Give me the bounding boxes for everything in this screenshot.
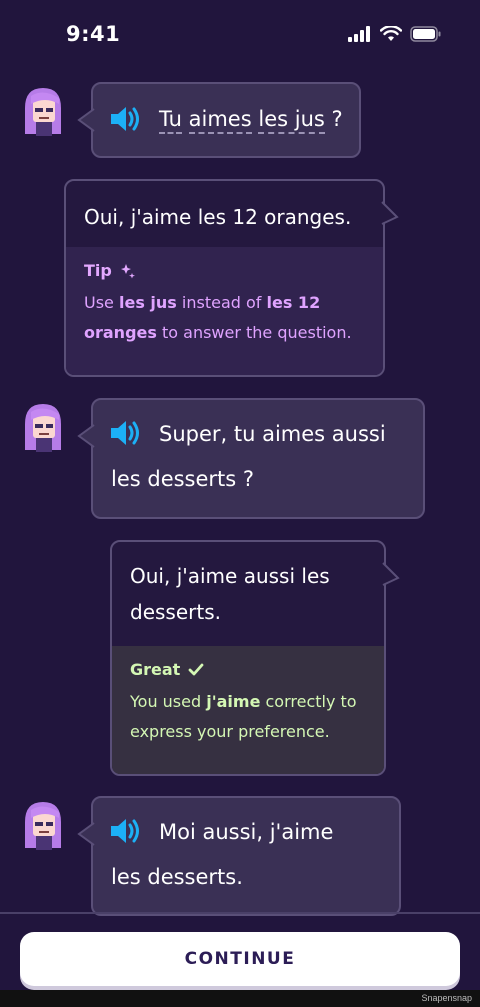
status-time: 9:41 bbox=[66, 22, 121, 46]
prompt-line-1: Super, tu aimes aussi bbox=[159, 422, 386, 446]
prompt-text: Tu aimes les jus ? bbox=[159, 101, 343, 137]
watermark: Snapensnap bbox=[421, 993, 472, 1003]
tip-feedback: Tip Use les jus instead of les 12 orange… bbox=[66, 247, 383, 375]
great-text: You used j'aime correctly to express you… bbox=[130, 692, 357, 741]
answer-text: Oui, j'aime les 12 oranges. bbox=[84, 205, 352, 229]
sparkle-icon bbox=[120, 263, 135, 278]
footer-strip bbox=[0, 990, 480, 1007]
great-feedback: Great You used j'aime correctly to expre… bbox=[112, 646, 384, 774]
answer-bubble: Oui, j'aime aussi les desserts. Great Yo… bbox=[110, 540, 400, 776]
bubble-tail bbox=[77, 424, 95, 448]
word-hint[interactable]: aimes bbox=[188, 107, 252, 134]
speaker-icon[interactable] bbox=[109, 104, 143, 134]
prompt-bubble: Moi aussi, j'aime les desserts. bbox=[77, 796, 401, 916]
word-hint[interactable]: les jus bbox=[258, 107, 325, 134]
avatar bbox=[25, 404, 61, 452]
bubble-tail bbox=[77, 108, 95, 132]
tip-text: Use les jus instead of les 12 oranges to… bbox=[84, 293, 352, 342]
battery-icon bbox=[410, 26, 441, 42]
tip-title: Tip bbox=[84, 261, 365, 280]
checkmark-icon bbox=[188, 663, 204, 675]
bubble-tail bbox=[381, 201, 399, 225]
bubble-tail bbox=[382, 562, 400, 586]
avatar bbox=[25, 802, 61, 850]
bottom-divider bbox=[0, 912, 480, 914]
wifi-icon bbox=[380, 26, 402, 41]
prompt-line-1: Moi aussi, j'aime bbox=[159, 820, 334, 844]
prompt-line-2: les desserts. bbox=[111, 865, 243, 889]
prompt-line-2: les desserts ? bbox=[111, 467, 255, 491]
bubble-tail bbox=[77, 822, 95, 846]
continue-button[interactable]: CONTINUE bbox=[20, 932, 460, 986]
avatar bbox=[25, 88, 61, 136]
great-title: Great bbox=[130, 660, 366, 679]
prompt-bubble: Tu aimes les jus ? bbox=[77, 82, 361, 158]
prompt-bubble: Super, tu aimes aussi les desserts ? bbox=[77, 398, 425, 519]
status-bar: 9:41 bbox=[0, 0, 480, 70]
cellular-signal-icon bbox=[348, 26, 370, 42]
speaker-icon[interactable] bbox=[109, 418, 143, 448]
status-icons bbox=[348, 26, 442, 42]
answer-bubble: Oui, j'aime les 12 oranges. Tip Use les … bbox=[64, 179, 399, 377]
answer-text: Oui, j'aime aussi les desserts. bbox=[130, 564, 330, 624]
word-hint[interactable]: Tu bbox=[159, 107, 182, 134]
speaker-icon[interactable] bbox=[109, 816, 143, 846]
